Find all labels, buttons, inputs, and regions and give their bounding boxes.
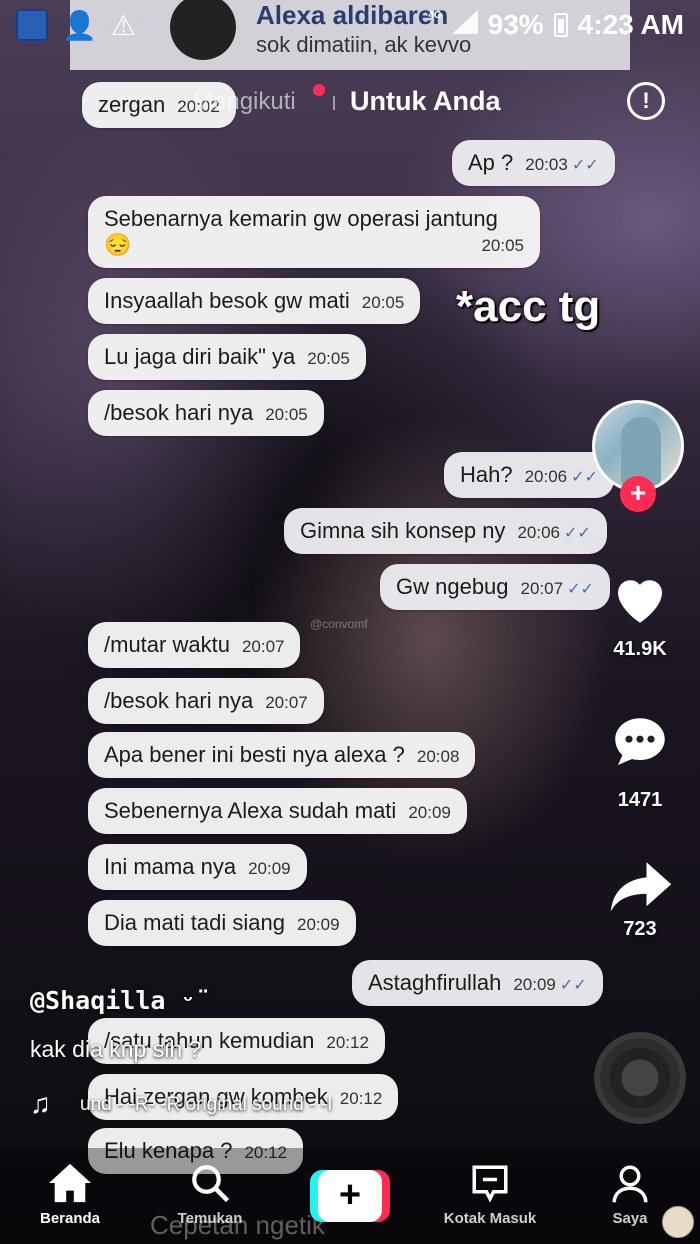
message-time: 20:03 [525, 155, 568, 174]
live-icon[interactable]: ! [627, 82, 665, 120]
battery-percent: 93% [487, 9, 544, 40]
signal-icon [451, 9, 478, 41]
nav-inbox-label: Kotak Masuk [443, 1210, 537, 1227]
comment-count: 1471 [617, 789, 663, 811]
message-bubble-received: Ini mama nya 20:09 [88, 844, 307, 890]
message-time: 20:09 [408, 803, 451, 822]
sound-title[interactable]: und - -R- -R original sound - -I [80, 1094, 332, 1116]
message-text: /besok hari nya [104, 400, 254, 425]
inbox-icon [472, 1165, 508, 1203]
add-user-icon: 👤 [62, 9, 97, 41]
message-time: 20:07 [520, 579, 564, 598]
nav-discover[interactable]: Temukan [150, 1162, 270, 1227]
nav-discover-label: Temukan [177, 1210, 243, 1227]
read-receipt-icon: ✓✓ [559, 977, 587, 994]
message-bubble-received: /besok hari nya 20:07 [88, 678, 324, 724]
message-bubble-received: Sebenernya Alexa sudah mati 20:09 [88, 788, 467, 834]
watermark: @convomf [310, 617, 368, 631]
message-time: 20:05 [265, 405, 308, 424]
search-icon [192, 1165, 230, 1203]
message-time: 20:12 [339, 1089, 383, 1108]
message-time: 20:05 [307, 349, 350, 368]
message-time: 20:09 [513, 975, 556, 994]
message-text: Ini mama nya [104, 854, 237, 879]
nav-inbox[interactable]: Kotak Masuk [430, 1162, 550, 1227]
notification-dot [313, 84, 325, 96]
message-bubble-received: Dia mati tadi siang 20:09 [88, 900, 356, 946]
message-text: Apa bener ini besti nya alexa ? [104, 742, 405, 767]
message-text: Astaghfirullah [368, 970, 502, 995]
message-text: /mutar waktu [104, 632, 230, 657]
message-time: 20:07 [265, 693, 308, 712]
warning-icon: ⚠ [110, 9, 136, 41]
message-text: Lu jaga diri baik" ya [104, 344, 296, 369]
message-bubble-received: /mutar waktu 20:07 [88, 622, 301, 668]
status-bar: 👤 ⚠ 4G 93% 4:23 AM [0, 0, 700, 50]
read-receipt-icon: ✓✓ [563, 525, 591, 542]
comment-icon[interactable] [606, 710, 674, 776]
message-time: 20:06 [524, 467, 568, 486]
share-count: 723 [623, 918, 657, 940]
message-text: Insyaallah besok gw mati [104, 288, 350, 313]
message-bubble-sent: Gw ngebug 20:07 ✓✓ [380, 564, 610, 610]
profile-icon [612, 1165, 648, 1203]
message-text: Sebenernya Alexa sudah mati [104, 798, 397, 823]
message-time: 20:05 [361, 293, 405, 312]
message-time: 20:06 [517, 523, 560, 542]
like-count: 41.9K [613, 638, 667, 660]
home-icon [49, 1163, 91, 1203]
message-time: 20:12 [326, 1033, 369, 1052]
message-text: Dia mati tadi siang [104, 910, 285, 935]
nav-profile-label: Saya [612, 1210, 648, 1227]
message-time: 20:05 [481, 236, 524, 255]
nav-home[interactable]: Beranda [10, 1162, 130, 1227]
tab-following[interactable]: Mengikuti [193, 88, 296, 116]
read-receipt-icon: ✓✓ [567, 581, 594, 598]
create-button[interactable]: + [310, 1170, 390, 1222]
network-label: 4G [428, 9, 442, 21]
message-bubble-received: /besok hari nya 20:05 [88, 390, 324, 436]
app-icon [16, 9, 48, 41]
message-bubble-sent: Gimna sih konsep ny 20:06 ✓✓ [284, 508, 607, 554]
message-time: 20:08 [416, 747, 460, 766]
follow-button[interactable]: + [620, 476, 656, 512]
battery-icon [553, 13, 568, 37]
creator-username[interactable]: @Shaqilla ᵕ̈ [30, 986, 196, 1015]
message-text: Ap ? [468, 150, 514, 175]
message-bubble-sent: Hah? 20:06 ✓✓ [444, 452, 614, 498]
message-text: Gimna sih konsep ny [300, 518, 506, 543]
read-receipt-icon: ✓✓ [571, 157, 599, 174]
tab-for-you[interactable]: Untuk Anda [350, 86, 501, 117]
video-caption: kak dia knp sih ? [30, 1036, 202, 1062]
message-text: Sebenarnya kemarin gw operasi jantung [104, 206, 498, 231]
music-note-icon: ♫ [30, 1088, 51, 1119]
sticker-text: *acc tg [456, 282, 601, 331]
message-text: Gw ngebug [396, 574, 509, 599]
message-text: Hah? [460, 462, 513, 487]
message-bubble-received: Lu jaga diri baik" ya 20:05 [88, 334, 366, 380]
message-emoji: 😔 [104, 232, 132, 257]
nav-home-label: Beranda [39, 1210, 101, 1227]
plus-icon: + [318, 1170, 382, 1222]
account-avatar[interactable] [662, 1206, 694, 1238]
message-text: /besok hari nya [104, 688, 254, 713]
message-time: 20:07 [241, 637, 285, 656]
bottom-nav: Beranda Temukan + Kotak Masuk Saya [0, 1148, 700, 1244]
share-icon[interactable] [608, 858, 674, 916]
message-bubble-received: Sebenarnya kemarin gw operasi jantung 😔 20… [88, 196, 540, 268]
heart-icon[interactable] [606, 565, 674, 631]
read-receipt-icon: ✓✓ [571, 469, 598, 486]
message-time: 20:09 [248, 859, 291, 878]
message-bubble-received: Insyaallah besok gw mati 20:05 [88, 278, 421, 324]
tab-divider [333, 96, 335, 110]
message-bubble-sent: Astaghfirullah 20:09 ✓✓ [352, 960, 603, 1006]
message-time: 20:09 [296, 915, 340, 934]
feed-tabs: Mengikuti Untuk Anda ! [0, 82, 700, 126]
clock: 4:23 AM [577, 9, 684, 40]
message-bubble-sent: Ap ? 20:03 ✓✓ [452, 140, 615, 186]
message-bubble-received: Apa bener ini besti nya alexa ? 20:08 [88, 732, 476, 778]
music-disc[interactable] [594, 1032, 686, 1124]
